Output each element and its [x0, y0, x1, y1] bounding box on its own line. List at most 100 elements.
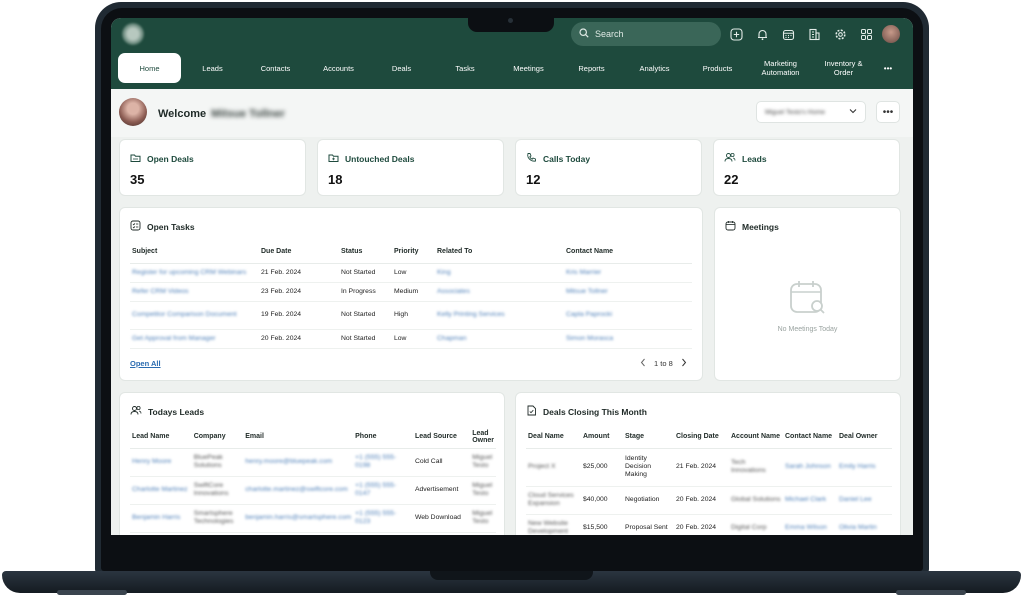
panel-title: Deals Closing This Month — [543, 406, 647, 417]
column-header[interactable]: Status — [339, 241, 392, 264]
table-row[interactable]: Benjamin Harris Smartsphere Technologies… — [130, 504, 496, 533]
column-header[interactable]: Email — [243, 426, 354, 449]
deal-owner-link[interactable]: Daniel Lee — [839, 496, 872, 503]
deal-contact-link[interactable]: Sarah Johnson — [785, 463, 831, 470]
todays-leads-panel: Todays Leads Lead Name Company Email Pho… — [119, 392, 505, 535]
column-header[interactable]: Phone — [353, 426, 413, 449]
bell-icon[interactable] — [753, 25, 771, 43]
deal-contact-link[interactable]: Emma Wilson — [785, 524, 827, 531]
column-header[interactable]: Deal Name — [526, 426, 581, 449]
nav-marketing-automation[interactable]: Marketing Automation — [749, 53, 812, 83]
deal-owner-link[interactable]: Olivia Martin — [839, 524, 877, 531]
nav-reports[interactable]: Reports — [560, 53, 623, 83]
nav-products[interactable]: Products — [686, 53, 749, 83]
table-row[interactable]: Cloud Services Expansion $40,000 Negotia… — [526, 486, 892, 515]
empty-state-text: No Meetings Today — [777, 326, 838, 333]
task-status: Not Started — [339, 263, 392, 283]
table-row[interactable]: New Website Development $15,500 Proposal… — [526, 514, 892, 535]
column-header[interactable]: Related To — [435, 241, 564, 264]
nav-home[interactable]: Home — [118, 53, 181, 83]
deal-contact-link[interactable]: Michael Clark — [785, 496, 826, 503]
lead-phone-link[interactable]: +1 (555) 555-0147 — [355, 482, 396, 497]
nav-analytics[interactable]: Analytics — [623, 53, 686, 83]
deal-owner-link[interactable]: Emily Harris — [839, 463, 876, 470]
task-related-link[interactable]: Kelly Printing Services — [437, 311, 505, 318]
column-header[interactable]: Company — [191, 426, 244, 449]
search-input[interactable] — [595, 29, 705, 39]
search-box[interactable] — [571, 22, 721, 46]
welcome-bar: Welcome Mitsue Tollner Miguel Testo's Ho… — [111, 89, 913, 137]
lead-name-link[interactable]: Henry Moore — [132, 458, 171, 465]
column-header[interactable]: Due Date — [259, 241, 339, 264]
column-header[interactable]: Lead Source — [412, 426, 471, 449]
deal-name[interactable]: Project X — [528, 463, 556, 470]
column-header[interactable]: Account Name — [729, 426, 783, 449]
task-contact-link[interactable]: Kris Marrier — [566, 269, 601, 276]
table-row[interactable]: Project X $25,000 Identity Decision Maki… — [526, 448, 892, 487]
lead-phone-link[interactable]: +1 (555) 555-0198 — [355, 454, 396, 469]
calendar-icon[interactable] — [779, 25, 797, 43]
column-header[interactable]: Closing Date — [674, 426, 729, 449]
nav-tasks[interactable]: Tasks — [433, 53, 497, 83]
task-related-link[interactable]: King — [437, 269, 451, 276]
pagination-range: 1 to 8 — [654, 359, 673, 368]
building-icon[interactable] — [805, 25, 823, 43]
task-contact-link[interactable]: Mitsue Tollner — [566, 288, 608, 295]
stat-card-calls-today[interactable]: Calls Today 12 — [515, 139, 702, 196]
deal-account: Tech Innovations — [731, 459, 766, 474]
column-header[interactable]: Amount — [581, 426, 623, 449]
table-row[interactable]: Charlotte Martinez SwiftCore Innovations… — [130, 476, 496, 505]
task-contact-link[interactable]: Simon Morasca — [566, 335, 613, 342]
add-icon[interactable] — [727, 25, 745, 43]
deal-name[interactable]: New Website Development — [528, 520, 568, 535]
task-subject-link[interactable]: Refer CRM Videos — [132, 288, 189, 295]
column-header[interactable]: Stage — [623, 426, 674, 449]
nav-inventory-order[interactable]: Inventory & Order — [812, 53, 875, 83]
column-header[interactable]: Contact Name — [564, 241, 692, 264]
chevron-left-icon[interactable] — [640, 358, 646, 369]
deal-name[interactable]: Cloud Services Expansion — [528, 492, 574, 507]
stat-card-open-deals[interactable]: Open Deals 35 — [119, 139, 306, 196]
table-row[interactable]: Henry Moore BluePeak Solutions henry.moo… — [130, 448, 496, 477]
task-subject-link[interactable]: Get Approval from Manager — [132, 335, 216, 342]
app-logo[interactable] — [122, 23, 144, 45]
lead-name-link[interactable]: Charlotte Martinez — [132, 486, 188, 493]
home-selector-dropdown[interactable]: Miguel Testo's Home — [756, 101, 866, 123]
stat-card-untouched-deals[interactable]: Untouched Deals 18 — [317, 139, 504, 196]
open-all-link[interactable]: Open All — [130, 359, 161, 368]
task-subject-link[interactable]: Register for upcoming CRM Webinars — [132, 269, 246, 276]
user-avatar[interactable] — [882, 25, 900, 43]
task-related-link[interactable]: Chapman — [437, 335, 466, 342]
column-header[interactable]: Contact Name — [783, 426, 837, 449]
deal-amount: $15,500 — [581, 514, 623, 535]
lead-email-link[interactable]: charlotte.martinez@swiftcore.com — [245, 486, 347, 493]
nav-deals[interactable]: Deals — [370, 53, 433, 83]
lead-name-link[interactable]: Benjamin Harris — [132, 514, 180, 521]
nav-accounts[interactable]: Accounts — [307, 53, 370, 83]
column-header[interactable]: Priority — [392, 241, 435, 264]
nav-contacts[interactable]: Contacts — [244, 53, 307, 83]
grid-apps-icon[interactable] — [857, 25, 875, 43]
table-row[interactable]: Competitor Comparison Document 19 Feb. 2… — [130, 301, 692, 330]
task-contact-link[interactable]: Capla Paprocki — [566, 311, 612, 318]
column-header[interactable]: Lead Name — [130, 426, 192, 449]
lead-phone-link[interactable]: +1 (555) 555-0123 — [355, 510, 396, 525]
column-header[interactable]: Lead Owner — [470, 426, 496, 449]
task-related-link[interactable]: Associates — [437, 288, 470, 295]
nav-leads[interactable]: Leads — [181, 53, 244, 83]
chevron-right-icon[interactable] — [681, 358, 687, 369]
table-row[interactable]: Get Approval from Manager 20 Feb. 2024 N… — [130, 329, 692, 349]
phone-icon — [526, 152, 537, 165]
table-row[interactable]: Refer CRM Videos 23 Feb. 2024 In Progres… — [130, 282, 692, 302]
stat-card-leads[interactable]: Leads 22 — [713, 139, 900, 196]
more-options-button[interactable]: ••• — [876, 101, 900, 123]
column-header[interactable]: Subject — [130, 241, 259, 264]
nav-more-icon[interactable]: ••• — [875, 53, 901, 83]
nav-meetings[interactable]: Meetings — [497, 53, 560, 83]
lead-email-link[interactable]: henry.moore@bluepeak.com — [245, 458, 332, 465]
task-subject-link[interactable]: Competitor Comparison Document — [132, 311, 237, 318]
column-header[interactable]: Deal Owner — [837, 426, 892, 449]
lead-email-link[interactable]: benjamin.harris@smartsphere.com — [245, 514, 351, 521]
gear-icon[interactable] — [831, 25, 849, 43]
table-row[interactable]: Register for upcoming CRM Webinars 21 Fe… — [130, 263, 692, 283]
